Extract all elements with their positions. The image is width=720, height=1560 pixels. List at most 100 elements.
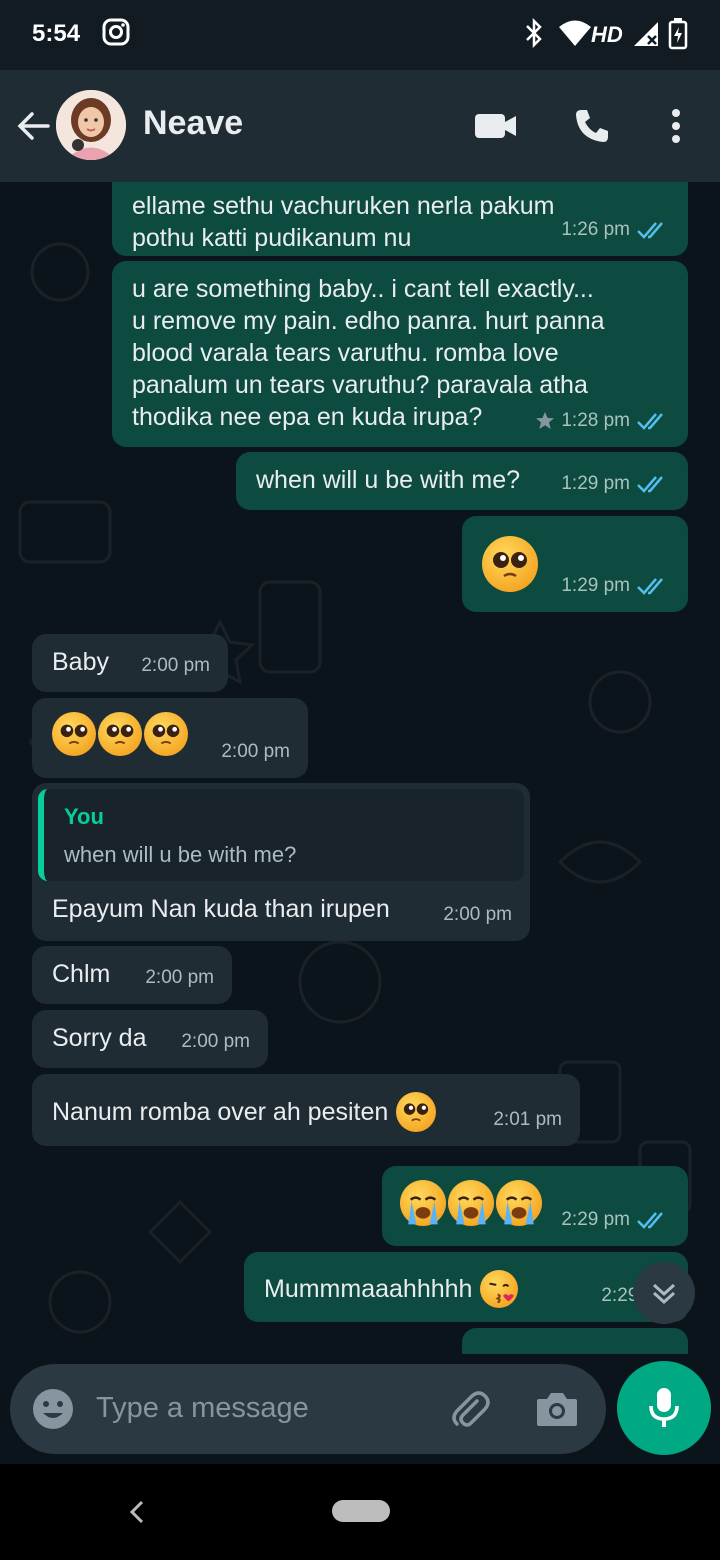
microphone-icon <box>649 1388 679 1427</box>
message-text: Mummmaaahhhhh <box>264 1270 519 1308</box>
pleading-face-emoji <box>482 536 538 592</box>
message-text: Nanum romba over ah pesiten <box>52 1092 437 1132</box>
more-options-button[interactable] <box>654 104 698 148</box>
crying-face-emoji <box>496 1180 542 1226</box>
quote-author: You <box>64 804 104 829</box>
message-meta: 2:00 pm <box>181 1026 250 1058</box>
message-bubble-outgoing[interactable]: 1:29 pm <box>462 516 688 612</box>
double-chevron-down-icon <box>652 1283 676 1305</box>
kissing-face-emoji <box>480 1270 519 1308</box>
message-bubble-incoming[interactable]: Nanum romba over ah pesiten 2:01 pm <box>32 1074 580 1146</box>
message-text: Sorry da <box>52 1024 147 1052</box>
message-time: 2:29 pm <box>561 1209 630 1230</box>
read-receipt-icon <box>637 413 663 430</box>
instagram-icon <box>102 18 130 51</box>
message-time: 1:26 pm <box>561 219 630 240</box>
nav-back-icon[interactable] <box>126 1498 150 1526</box>
read-receipt-icon <box>637 578 663 595</box>
message-bubble-outgoing[interactable]: u are something baby.. i cant tell exact… <box>112 261 688 447</box>
back-button[interactable] <box>14 106 54 146</box>
pleading-face-emoji <box>52 712 96 756</box>
video-call-icon <box>475 114 516 138</box>
message-meta: 1:29 pm <box>561 570 670 602</box>
message-input[interactable]: Type a message <box>96 1392 309 1425</box>
bluetooth-icon <box>524 17 544 53</box>
pleading-face-emoji <box>396 1092 437 1132</box>
message-bubble-outgoing[interactable]: ellame sethu vachuruken nerla pakum poth… <box>112 182 688 256</box>
message-meta: 1:26 pm <box>561 214 670 246</box>
message-bubble-outgoing[interactable]: 2:29 pm <box>382 1166 688 1246</box>
crying-face-emoji <box>448 1180 494 1226</box>
message-time: 1:29 pm <box>561 473 630 494</box>
pleading-face-emoji-group <box>52 712 188 756</box>
message-meta: 2:01 pm <box>493 1104 562 1136</box>
read-receipt-icon <box>637 222 663 239</box>
pleading-face-emoji <box>144 712 188 756</box>
message-text: u are something baby.. i cant tell exact… <box>132 275 605 431</box>
wifi-icon <box>558 18 592 53</box>
message-input-bar: Type a message <box>10 1364 606 1454</box>
read-receipt-icon <box>637 476 663 493</box>
message-text: when will u be with me? <box>256 466 521 494</box>
message-bubble-incoming[interactable]: 2:00 pm <box>32 698 308 778</box>
more-vert-icon <box>672 109 680 143</box>
phone-icon <box>576 110 608 142</box>
back-arrow-icon <box>17 112 50 140</box>
quoted-message[interactable]: You when will u be with me? <box>38 789 524 881</box>
message-text-content: Nanum romba over ah pesiten <box>52 1098 389 1126</box>
message-time: 1:29 pm <box>561 575 630 596</box>
contact-name[interactable]: Neave <box>143 104 243 143</box>
read-receipt-icon <box>637 1212 663 1229</box>
message-bubble-incoming[interactable]: Chlm 2:00 pm <box>32 946 232 1004</box>
message-bubble-incoming[interactable]: Sorry da 2:00 pm <box>32 1010 268 1068</box>
status-bar: 5:54 HD <box>0 0 720 70</box>
message-meta: 2:00 pm <box>221 736 290 768</box>
signal-icon <box>632 18 660 53</box>
emoji-icon <box>33 1389 73 1429</box>
message-time: 2:00 pm <box>141 655 210 676</box>
message-bubble-outgoing[interactable]: when will u be with me? 1:29 pm <box>236 452 688 510</box>
emoji-button[interactable] <box>30 1386 76 1432</box>
camera-icon <box>537 1393 577 1426</box>
avatar[interactable] <box>56 90 126 160</box>
voice-message-button[interactable] <box>617 1361 711 1455</box>
chat-header: Neave <box>0 70 720 182</box>
message-text: ellame sethu vachuruken nerla pakum poth… <box>132 192 555 252</box>
battery-icon <box>668 18 688 55</box>
paperclip-icon <box>452 1391 490 1427</box>
message-time: 2:00 pm <box>221 741 290 762</box>
message-meta: 1:29 pm <box>561 468 670 500</box>
message-bubble-incoming[interactable]: Baby 2:00 pm <box>32 634 228 692</box>
message-text-content: Mummmaaahhhhh <box>264 1275 473 1303</box>
message-time: 2:01 pm <box>493 1109 562 1130</box>
message-bubble-outgoing[interactable]: Mummmaaahhhhh 2:29 pm <box>244 1252 688 1322</box>
star-icon <box>536 412 555 429</box>
chat-area[interactable]: ellame sethu vachuruken nerla pakum poth… <box>0 182 720 1354</box>
message-meta: 2:00 pm <box>141 650 210 682</box>
network-label: HD <box>591 22 623 47</box>
attach-button[interactable] <box>446 1386 492 1432</box>
message-bubble-incoming-reply[interactable]: You when will u be with me? Epayum Nan k… <box>32 783 530 941</box>
message-text: Epayum Nan kuda than irupen <box>52 895 390 923</box>
message-bubble-outgoing-partial[interactable] <box>462 1328 688 1354</box>
video-call-button[interactable] <box>474 104 518 148</box>
message-text: Baby <box>52 648 109 676</box>
message-time: 2:00 pm <box>145 967 214 988</box>
message-meta: 2:00 pm <box>443 899 512 931</box>
quote-text: when will u be with me? <box>64 842 297 867</box>
camera-button[interactable] <box>534 1386 580 1432</box>
crying-face-emoji-group <box>400 1180 542 1226</box>
message-time: 1:28 pm <box>561 410 630 431</box>
message-meta: 2:00 pm <box>145 962 214 994</box>
nav-home-pill[interactable] <box>332 1500 390 1522</box>
pleading-face-emoji <box>98 712 142 756</box>
message-meta: 2:29 pm <box>561 1204 670 1236</box>
message-text: Chlm <box>52 960 111 988</box>
status-time: 5:54 <box>32 20 81 47</box>
crying-face-emoji <box>400 1180 446 1226</box>
voice-call-button[interactable] <box>570 104 614 148</box>
message-time: 2:00 pm <box>443 904 512 925</box>
message-meta: 1:28 pm <box>535 405 670 437</box>
message-time: 2:00 pm <box>181 1031 250 1052</box>
scroll-to-bottom-button[interactable] <box>633 1262 695 1324</box>
